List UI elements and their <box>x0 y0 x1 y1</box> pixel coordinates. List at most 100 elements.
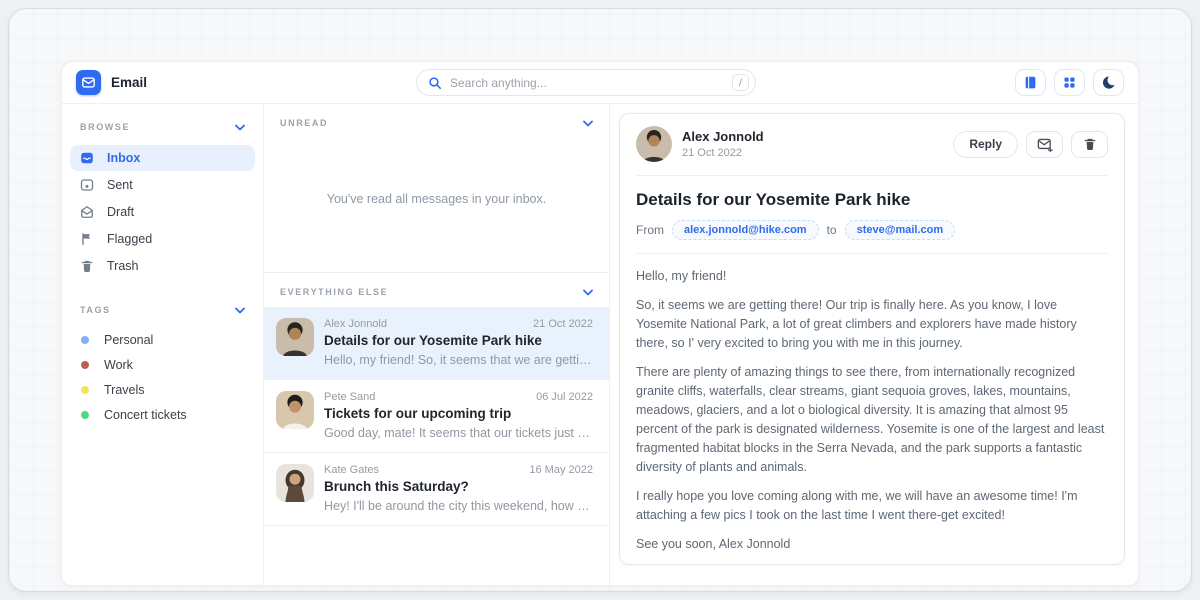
tag-color-dot <box>81 386 89 394</box>
unread-section: UNREAD You've read all messages in your … <box>264 104 609 273</box>
sent-icon <box>80 178 94 192</box>
draft-icon <box>80 205 94 219</box>
everything-else-header[interactable]: EVERYTHING ELSE <box>264 273 609 307</box>
message-subject: Details for our Yosemite Park hike <box>324 333 593 348</box>
everything-else-label: EVERYTHING ELSE <box>280 287 388 297</box>
message-date: 06 Jul 2022 <box>536 391 593 403</box>
moon-icon <box>1101 75 1116 90</box>
browse-section-header[interactable]: BROWSE <box>70 114 255 144</box>
message-date: 16 May 2022 <box>529 464 593 476</box>
delete-email-button[interactable] <box>1071 131 1108 158</box>
tag-color-dot <box>81 361 89 369</box>
email-paragraph: I really hope you love coming along with… <box>636 487 1108 525</box>
tag-item-personal[interactable]: Personal <box>70 327 255 352</box>
avatar <box>636 126 672 162</box>
tag-label: Personal <box>104 333 153 347</box>
reply-button[interactable]: Reply <box>953 131 1018 158</box>
from-to-row: From alex.jonnold@hike.com to steve@mail… <box>636 220 1108 254</box>
message-preview: Good day, mate! It seems that our ticket… <box>324 426 593 440</box>
main-content: BROWSE Inbox Sent <box>62 104 1138 585</box>
book-icon <box>1023 75 1038 90</box>
detail-date: 21 Oct 2022 <box>682 147 764 159</box>
email-paragraph: See you soon, Alex Jonnold <box>636 535 1108 554</box>
to-label: to <box>827 223 837 237</box>
sidebar-item-inbox[interactable]: Inbox <box>70 145 255 171</box>
app-title: Email <box>111 75 147 90</box>
from-label: From <box>636 223 664 237</box>
tags-label: TAGS <box>80 305 111 315</box>
email-logo-icon <box>76 70 101 95</box>
unread-label: UNREAD <box>280 118 328 128</box>
tag-color-dot <box>81 411 89 419</box>
trash-icon <box>1083 137 1097 151</box>
chevron-down-icon[interactable] <box>235 124 245 131</box>
tag-color-dot <box>81 336 89 344</box>
brand: Email <box>76 70 416 95</box>
message-subject: Brunch this Saturday? <box>324 479 593 494</box>
message-preview: Hello, my friend! So, it seems that we a… <box>324 353 593 367</box>
grid-icon <box>1062 75 1077 90</box>
sidebar-item-label: Draft <box>107 205 134 219</box>
search-icon <box>428 76 442 90</box>
unread-section-header[interactable]: UNREAD <box>264 104 609 136</box>
trash-icon <box>80 259 94 273</box>
sidebar-item-label: Sent <box>107 178 133 192</box>
message-row-kate-gates[interactable]: Kate Gates 16 May 2022 Brunch this Satur… <box>264 453 609 526</box>
email-paragraph: Hello, my friend! <box>636 267 1108 286</box>
tag-label: Concert tickets <box>104 408 187 422</box>
email-paragraph: There are plenty of amazing things to se… <box>636 363 1108 477</box>
tag-label: Travels <box>104 383 145 397</box>
tag-label: Work <box>104 358 133 372</box>
inbox-icon <box>80 151 94 165</box>
top-bar: Email / <box>62 62 1138 104</box>
avatar <box>276 391 314 429</box>
search-input[interactable]: / <box>416 69 756 96</box>
top-actions <box>1015 69 1124 96</box>
search-field[interactable] <box>450 76 724 90</box>
sidebar-item-label: Inbox <box>107 151 140 165</box>
message-sender: Kate Gates <box>324 464 379 476</box>
email-detail-column: Alex Jonnold 21 Oct 2022 Reply <box>610 104 1138 585</box>
browse-label: BROWSE <box>80 122 130 132</box>
detail-actions: Reply <box>953 131 1108 158</box>
email-paragraph: So, it seems we are getting there! Our t… <box>636 296 1108 353</box>
from-email-badge[interactable]: alex.jonnold@hike.com <box>672 220 819 240</box>
chevron-down-icon[interactable] <box>583 289 593 296</box>
avatar <box>276 464 314 502</box>
message-preview: Hey! I'll be around the city this weeken… <box>324 499 593 513</box>
sidebar: BROWSE Inbox Sent <box>62 104 264 585</box>
sidebar-item-sent[interactable]: Sent <box>70 172 255 198</box>
sidebar-item-flagged[interactable]: Flagged <box>70 226 255 252</box>
tag-item-travels[interactable]: Travels <box>70 377 255 402</box>
avatar <box>276 318 314 356</box>
sidebar-item-label: Flagged <box>107 232 152 246</box>
search-shortcut-key: / <box>732 74 749 91</box>
unread-empty-message: You've read all messages in your inbox. <box>264 136 609 272</box>
chevron-down-icon[interactable] <box>235 307 245 314</box>
message-date: 21 Oct 2022 <box>533 318 593 330</box>
book-button[interactable] <box>1015 69 1046 96</box>
forward-email-button[interactable] <box>1026 131 1063 158</box>
tags-section-header[interactable]: TAGS <box>70 297 255 327</box>
message-list-column: UNREAD You've read all messages in your … <box>264 104 610 585</box>
email-body: Hello, my friend! So, it seems we are ge… <box>636 254 1108 565</box>
app-window: Email / <box>8 8 1192 592</box>
to-email-badge[interactable]: steve@mail.com <box>845 220 956 240</box>
message-sender: Alex Jonnold <box>324 318 387 330</box>
message-subject: Tickets for our upcoming trip <box>324 406 593 421</box>
sidebar-item-label: Trash <box>107 259 139 273</box>
message-row-alex-jonnold[interactable]: Alex Jonnold 21 Oct 2022 Details for our… <box>264 307 609 380</box>
detail-header: Alex Jonnold 21 Oct 2022 Reply <box>636 114 1108 176</box>
email-app-card: Email / <box>61 61 1139 586</box>
message-row-pete-sand[interactable]: Pete Sand 06 Jul 2022 Tickets for our up… <box>264 380 609 453</box>
tag-item-concert-tickets[interactable]: Concert tickets <box>70 402 255 427</box>
sidebar-item-trash[interactable]: Trash <box>70 253 255 279</box>
tag-item-work[interactable]: Work <box>70 352 255 377</box>
email-subject: Details for our Yosemite Park hike <box>636 190 1108 210</box>
apps-grid-button[interactable] <box>1054 69 1085 96</box>
chevron-down-icon[interactable] <box>583 120 593 127</box>
email-detail-card: Alex Jonnold 21 Oct 2022 Reply <box>619 113 1125 565</box>
sidebar-item-draft[interactable]: Draft <box>70 199 255 225</box>
message-sender: Pete Sand <box>324 391 375 403</box>
dark-mode-button[interactable] <box>1093 69 1124 96</box>
